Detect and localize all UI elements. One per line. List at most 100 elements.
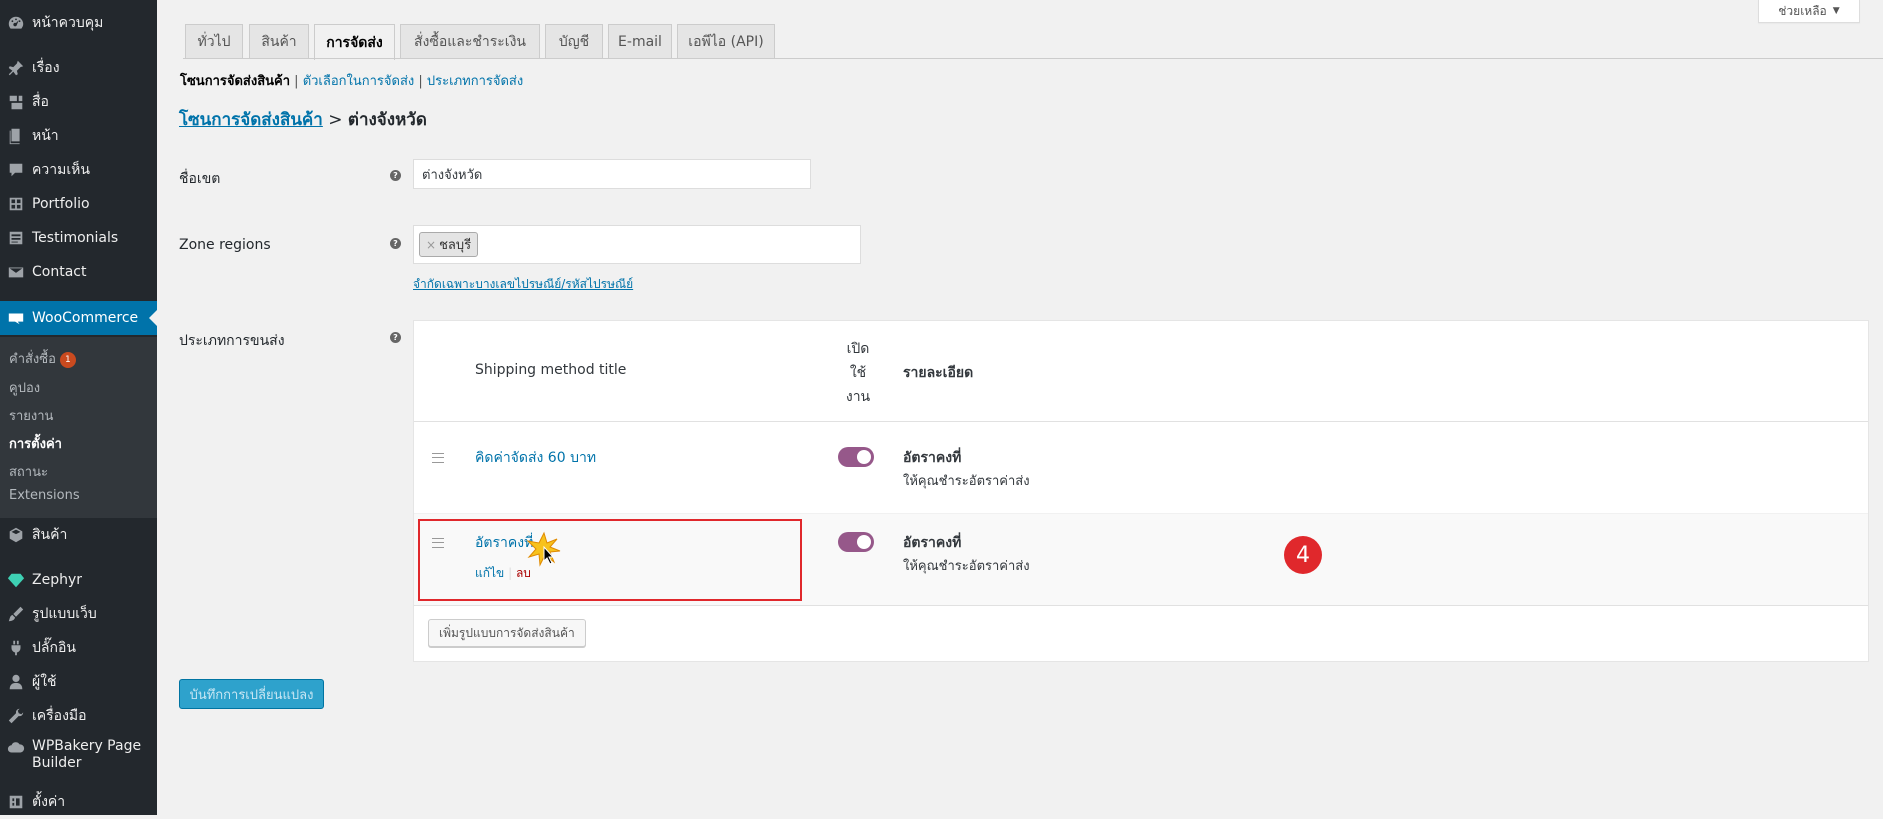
menu-dashboard[interactable]: หน้าควบคุม — [0, 6, 157, 40]
save-changes-button[interactable]: บันทึกการเปลี่ยนแปลง — [179, 679, 324, 709]
drag-handle-icon[interactable] — [432, 453, 444, 463]
page-icon — [6, 126, 26, 146]
tab-products[interactable]: สินค้า — [249, 24, 309, 59]
menu-label: สินค้า — [32, 527, 68, 543]
help-tip-icon[interactable]: ? — [390, 332, 401, 343]
user-icon — [6, 672, 26, 692]
breadcrumb-zones-link[interactable]: โซนการจัดส่งสินค้า — [179, 110, 323, 130]
submenu-reports[interactable]: รายงาน — [9, 405, 53, 426]
woocommerce-submenu: คำสั่งซื้อ 1 คูปอง รายงาน การตั้งค่า สถาน… — [0, 337, 157, 518]
menu-comments[interactable]: ความเห็น — [0, 153, 157, 187]
comment-icon — [6, 160, 26, 180]
menu-label: Contact — [32, 264, 87, 280]
cloud-icon — [6, 738, 26, 758]
submenu-orders[interactable]: คำสั่งซื้อ 1 — [9, 348, 76, 369]
menu-label: เครื่องมือ — [32, 708, 87, 724]
tab-shipping[interactable]: การจัดส่ง — [314, 24, 395, 60]
remove-chip-icon[interactable]: × — [426, 238, 436, 252]
box-icon — [6, 525, 26, 545]
menu-label: หน้า — [32, 128, 59, 144]
testimonial-icon — [6, 228, 26, 248]
menu-contact[interactable]: Contact — [0, 255, 157, 289]
woo-icon — [6, 308, 26, 328]
menu-media[interactable]: สื่อ — [0, 85, 157, 119]
subnav-options[interactable]: ตัวเลือกในการจัดส่ง — [303, 74, 415, 89]
orders-count-badge: 1 — [59, 351, 76, 368]
submenu-coupons[interactable]: คูปอง — [9, 377, 40, 398]
zone-regions-label: Zone regions — [179, 237, 271, 253]
media-icon — [6, 92, 26, 112]
tabs-divider — [183, 58, 1883, 59]
menu-label: ความเห็น — [32, 162, 90, 178]
help-tip-icon[interactable]: ? — [390, 170, 401, 181]
menu-label: ผู้ใช้ — [32, 674, 57, 690]
help-label: ช่วยเหลือ — [1778, 3, 1827, 18]
portfolio-icon — [6, 194, 26, 214]
method-desc-title: อัตราคงที่ — [903, 450, 962, 466]
menu-label: Testimonials — [32, 230, 119, 246]
menu-zephyr[interactable]: Zephyr — [0, 563, 157, 597]
add-shipping-method-button[interactable]: เพิ่มรูปแบบการจัดส่งสินค้า — [428, 619, 586, 647]
tab-general[interactable]: ทั่วไป — [185, 24, 243, 59]
method-desc-sub: ให้คุณชำระอัตราค่าส่ง — [903, 559, 1030, 574]
step-number-badge: 4 — [1284, 536, 1322, 574]
menu-pages[interactable]: หน้า — [0, 119, 157, 153]
tab-email[interactable]: E-mail — [608, 24, 672, 59]
breadcrumb-separator: > — [328, 110, 343, 130]
method-enabled-toggle[interactable] — [838, 532, 874, 552]
plugin-icon — [6, 638, 26, 658]
table-row: คิดค่าจัดส่ง 60 บาท อัตราคงที่ ให้คุณชำร… — [414, 421, 1868, 514]
menu-label: เรื่อง — [32, 60, 60, 76]
shipping-methods-label: ประเภทการขนส่ง — [179, 333, 285, 349]
table-row: อัตราคงที่ แก้ไข | ลบ อัตราคงที่ ให้คุณช… — [414, 513, 1868, 606]
menu-testimonials[interactable]: Testimonials — [0, 221, 157, 255]
click-burst-cursor-icon — [526, 531, 561, 567]
mail-icon — [6, 262, 26, 282]
menu-label: Portfolio — [32, 196, 90, 212]
menu-users[interactable]: ผู้ใช้ — [0, 665, 157, 699]
menu-plugins[interactable]: ปลั๊กอิน — [0, 631, 157, 665]
subnav-zones[interactable]: โซนการจัดส่งสินค้า — [180, 74, 290, 89]
gem-icon — [6, 570, 26, 590]
col-enabled-line: ใช้ — [849, 365, 867, 381]
method-enabled-toggle[interactable] — [838, 447, 874, 467]
help-tip-icon[interactable]: ? — [390, 238, 401, 249]
shipping-methods-table: Shipping method title เปิด ใช้ งาน รายละ… — [413, 320, 1869, 662]
menu-products[interactable]: สินค้า — [0, 518, 157, 552]
submenu-settings[interactable]: การตั้งค่า — [9, 433, 62, 454]
col-title-header: Shipping method title — [475, 362, 627, 378]
shipping-subnav: โซนการจัดส่งสินค้า | ตัวเลือกในการจัดส่ง… — [180, 70, 523, 91]
zone-name-label: ชื่อเขต — [179, 171, 221, 187]
subnav-separator: | — [294, 74, 299, 89]
region-chip[interactable]: × ชลบุรี — [419, 232, 479, 257]
menu-posts[interactable]: เรื่อง — [0, 51, 157, 85]
pin-icon — [6, 58, 26, 78]
tab-api[interactable]: เอพีไอ (API) — [677, 24, 775, 59]
zone-name-input[interactable] — [413, 159, 811, 189]
limit-postcodes-link[interactable]: จำกัดเฉพาะบางเลขไปรษณีย์/รหัสไปรษณีย์ — [413, 275, 633, 294]
submenu-status[interactable]: สถานะ — [9, 461, 48, 482]
col-enabled-line: งาน — [845, 389, 871, 405]
menu-portfolio[interactable]: Portfolio — [0, 187, 157, 221]
subnav-separator: | — [418, 74, 423, 89]
menu-settings[interactable]: ตั้งค่า — [0, 785, 157, 819]
submenu-extensions[interactable]: Extensions — [9, 488, 80, 503]
wrench-icon — [6, 706, 26, 726]
tab-accounts[interactable]: บัญชี — [545, 24, 603, 59]
method-desc-title: อัตราคงที่ — [903, 535, 962, 551]
toggle-knob — [857, 450, 871, 464]
chevron-down-icon: ▼ — [1832, 6, 1840, 16]
submenu-label: คำสั่งซื้อ — [9, 352, 56, 367]
method-title-link[interactable]: คิดค่าจัดส่ง 60 บาท — [475, 447, 596, 469]
menu-wpbakery[interactable]: WPBakery Page Builder — [0, 738, 157, 780]
menu-appearance[interactable]: รูปแบบเว็บ — [0, 597, 157, 631]
subnav-classes[interactable]: ประเภทการจัดส่ง — [427, 74, 523, 89]
menu-tools[interactable]: เครื่องมือ — [0, 699, 157, 733]
menu-woocommerce[interactable]: WooCommerce — [0, 301, 157, 335]
menu-label: หน้าควบคุม — [32, 15, 104, 31]
help-tab-button[interactable]: ช่วยเหลือ ▼ — [1758, 0, 1860, 23]
page-title: โซนการจัดส่งสินค้า > ต่างจังหวัด — [179, 106, 427, 133]
zone-regions-select[interactable]: × ชลบุรี — [413, 225, 861, 264]
active-arrow — [149, 310, 157, 326]
tab-checkout[interactable]: สั่งซื้อและชำระเงิน — [400, 24, 540, 59]
